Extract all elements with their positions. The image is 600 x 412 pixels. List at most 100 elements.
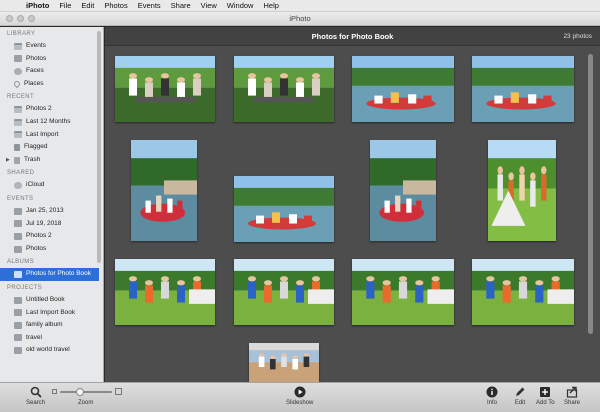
sidebar-item-old-world-travel[interactable]: old world travel	[0, 344, 103, 357]
sidebar-item-photos-for-photo-book[interactable]: Photos for Photo Book	[0, 268, 99, 281]
info-label: Info	[486, 400, 497, 406]
search-icon	[30, 386, 42, 398]
event-icon	[14, 232, 22, 240]
menu-share[interactable]: Share	[171, 1, 191, 10]
sidebar-item-photos-2[interactable]: Photos 2	[0, 103, 103, 116]
photo-thumbnail[interactable]	[115, 259, 215, 325]
info-button[interactable]: Info	[486, 386, 498, 406]
add-icon	[540, 387, 551, 397]
sidebar-item-flagged[interactable]: Flagged	[0, 141, 103, 154]
photo-thumbnail[interactable]	[234, 259, 334, 325]
sidebar-item-photos[interactable]: Photos	[0, 243, 103, 256]
menu-events[interactable]: Events	[138, 1, 161, 10]
menu-file[interactable]: File	[59, 1, 71, 10]
window-title: iPhoto	[289, 14, 311, 23]
zoom-slider-knob[interactable]	[76, 388, 84, 396]
menu-bar: iPhoto File Edit Photos Events Share Vie…	[0, 0, 600, 12]
photo-thumbnail[interactable]	[472, 259, 574, 325]
content-header: Photos for Photo Book 23 photos	[105, 27, 600, 46]
flag-icon	[14, 143, 20, 151]
photo-thumbnail[interactable]	[131, 140, 197, 241]
photo-count: 23 photos	[563, 33, 592, 40]
slideshow-label: Slideshow	[286, 400, 314, 406]
album-title: Photos for Photo Book	[311, 32, 394, 41]
book-icon	[14, 309, 22, 317]
edit-button[interactable]: Edit	[514, 386, 526, 406]
photo-thumbnail[interactable]	[249, 343, 319, 382]
event-icon	[14, 245, 22, 253]
sidebar-item-events[interactable]: Events	[0, 40, 103, 53]
photos-icon	[14, 55, 22, 63]
pencil-icon	[516, 387, 525, 396]
search-label: Search	[26, 400, 46, 406]
photo-thumbnail[interactable]	[352, 259, 454, 325]
add-to-label: Add To	[536, 400, 555, 406]
book-icon	[14, 347, 22, 355]
zoom-slider-track[interactable]	[60, 391, 112, 393]
sidebar-item-label: Photos 2	[26, 105, 52, 113]
zoom-control: Zoom	[78, 398, 93, 406]
menu-photos[interactable]: Photos	[104, 1, 127, 10]
sidebar-item-label: travel	[26, 333, 42, 341]
sidebar-item-faces[interactable]: Faces	[0, 65, 103, 78]
sidebar-item-photos[interactable]: Photos	[0, 53, 103, 66]
add-to-button[interactable]: Add To	[536, 386, 555, 406]
menu-window[interactable]: Window	[227, 1, 254, 10]
sidebar-item-label: family album	[26, 321, 63, 329]
sidebar-item-jul-19-2018[interactable]: Jul 19, 2018	[0, 218, 103, 231]
photo-thumbnail[interactable]	[370, 140, 436, 241]
sidebar-item-family-album[interactable]: family album	[0, 319, 103, 332]
sidebar-item-label: Flagged	[24, 143, 48, 151]
photo-thumbnail[interactable]	[234, 56, 334, 122]
share-button[interactable]: Share	[564, 386, 580, 406]
sidebar-item-label: Photos	[26, 54, 47, 62]
sidebar-item-last-12-months[interactable]: Last 12 Months	[0, 116, 103, 129]
sidebar-section-header: PROJECTS	[7, 284, 43, 291]
menu-edit[interactable]: Edit	[81, 1, 94, 10]
sidebar-item-label: Photos for Photo Book	[26, 270, 92, 278]
sidebar-section-header: SHARED	[7, 170, 35, 177]
sidebar-item-label: Trash	[24, 155, 41, 163]
sidebar-item-label: Photos 2	[26, 232, 52, 240]
minimize-button[interactable]	[17, 15, 24, 22]
sidebar-item-label: Last Import	[26, 130, 59, 138]
menu-help[interactable]: Help	[263, 1, 278, 10]
sidebar-item-last-import[interactable]: Last Import	[0, 129, 103, 142]
sidebar-item-untitled-book[interactable]: Untitled Book	[0, 294, 103, 307]
play-icon	[294, 386, 306, 398]
sidebar-item-label: Faces	[26, 67, 44, 75]
disclosure-triangle-icon[interactable]: ▶	[6, 154, 10, 167]
sidebar-item-label: Last 12 Months	[26, 117, 71, 125]
sidebar-item-label: Jan 25, 2013	[26, 206, 64, 214]
sidebar-item-jan-25-2013[interactable]: Jan 25, 2013	[0, 205, 103, 218]
photo-thumbnail[interactable]	[352, 56, 454, 122]
menu-view[interactable]: View	[201, 1, 217, 10]
photo-thumbnail[interactable]	[472, 56, 574, 122]
faces-icon	[14, 67, 22, 75]
sidebar-item-travel[interactable]: travel	[0, 332, 103, 345]
sidebar-item-trash[interactable]: ▶ Trash	[0, 154, 103, 167]
sidebar-item-last-import-book[interactable]: Last Import Book	[0, 307, 103, 320]
close-button[interactable]	[6, 15, 13, 22]
zoom-label: Zoom	[78, 400, 94, 406]
share-label: Share	[564, 400, 581, 406]
album-icon	[14, 271, 22, 279]
search-button[interactable]: Search	[26, 386, 45, 406]
content-scrollbar[interactable]	[588, 54, 593, 334]
events-icon	[14, 42, 22, 50]
slideshow-button[interactable]: Slideshow	[286, 386, 313, 406]
menu-app-name[interactable]: iPhoto	[26, 1, 49, 10]
photo-thumbnail[interactable]	[234, 176, 334, 242]
share-icon	[566, 386, 578, 398]
zoom-window-button[interactable]	[28, 15, 35, 22]
sidebar-item-photos-2[interactable]: Photos 2	[0, 230, 103, 243]
zoom-small-icon	[52, 389, 57, 394]
sidebar-section-header: EVENTS	[7, 195, 34, 202]
photo-thumbnail[interactable]	[488, 140, 556, 241]
book-icon	[14, 321, 22, 329]
sidebar-item-places[interactable]: Places	[0, 78, 103, 91]
sidebar-item-label: Photos	[26, 244, 47, 252]
bottom-toolbar: Search Zoom Slideshow Info Edit Add To S…	[0, 382, 600, 412]
sidebar-item-icloud[interactable]: iCloud	[0, 179, 103, 192]
photo-thumbnail[interactable]	[115, 56, 215, 122]
